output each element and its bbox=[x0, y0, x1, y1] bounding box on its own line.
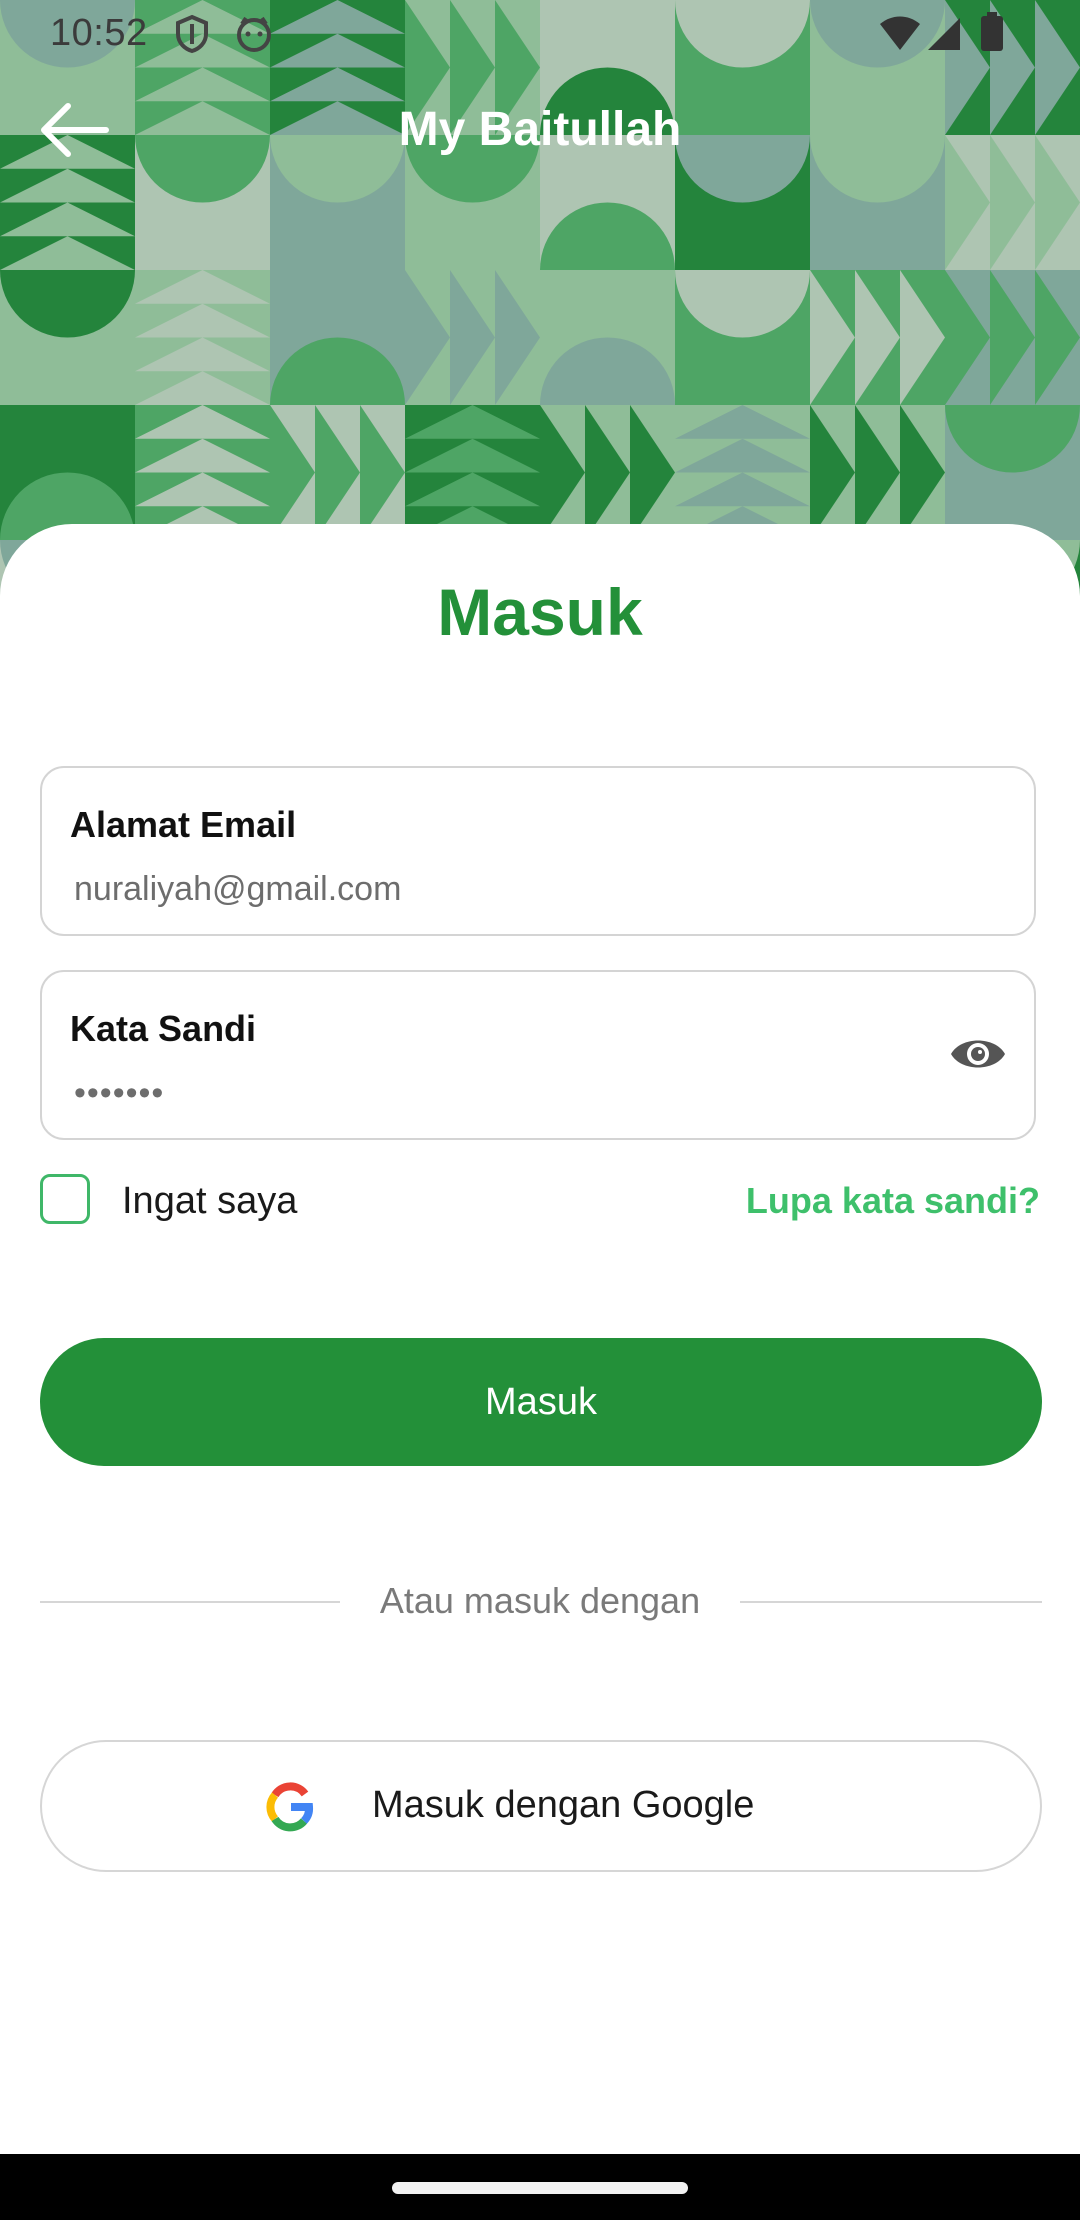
forgot-password-link[interactable]: Lupa kata sandi? bbox=[746, 1180, 1040, 1222]
signal-icon bbox=[926, 16, 962, 62]
face-icon bbox=[234, 14, 274, 64]
email-field[interactable]: Alamat Email bbox=[40, 766, 1036, 936]
password-field[interactable]: Kata Sandi bbox=[40, 970, 1036, 1140]
battery-icon bbox=[980, 12, 1004, 62]
status-time: 10:52 bbox=[50, 12, 148, 54]
shield-icon bbox=[174, 14, 210, 64]
eye-icon bbox=[951, 1040, 1005, 1068]
email-label: Alamat Email bbox=[70, 804, 297, 845]
google-login-button[interactable]: Masuk dengan Google bbox=[40, 1740, 1042, 1872]
login-heading: Masuk bbox=[437, 575, 643, 649]
google-icon bbox=[266, 1782, 314, 1832]
password-input[interactable] bbox=[70, 1068, 938, 1118]
google-login-label: Masuk dengan Google bbox=[372, 1784, 755, 1826]
password-visibility-toggle[interactable] bbox=[948, 1024, 1008, 1084]
wifi-icon bbox=[878, 16, 922, 62]
home-handle[interactable] bbox=[392, 2182, 688, 2194]
remember-label: Ingat saya bbox=[122, 1180, 298, 1222]
app-bar: My Baitullah bbox=[0, 68, 1080, 192]
email-input[interactable] bbox=[70, 864, 938, 914]
remember-me: Ingat saya bbox=[40, 1172, 460, 1228]
login-button[interactable]: Masuk bbox=[40, 1338, 1042, 1466]
password-label: Kata Sandi bbox=[70, 1008, 257, 1049]
divider-right bbox=[740, 1601, 1042, 1603]
status-bar: 10:52 bbox=[0, 0, 1080, 68]
navigation-bar bbox=[0, 2154, 1080, 2220]
app-title: My Baitullah bbox=[398, 103, 682, 156]
remember-checkbox[interactable] bbox=[40, 1174, 90, 1224]
